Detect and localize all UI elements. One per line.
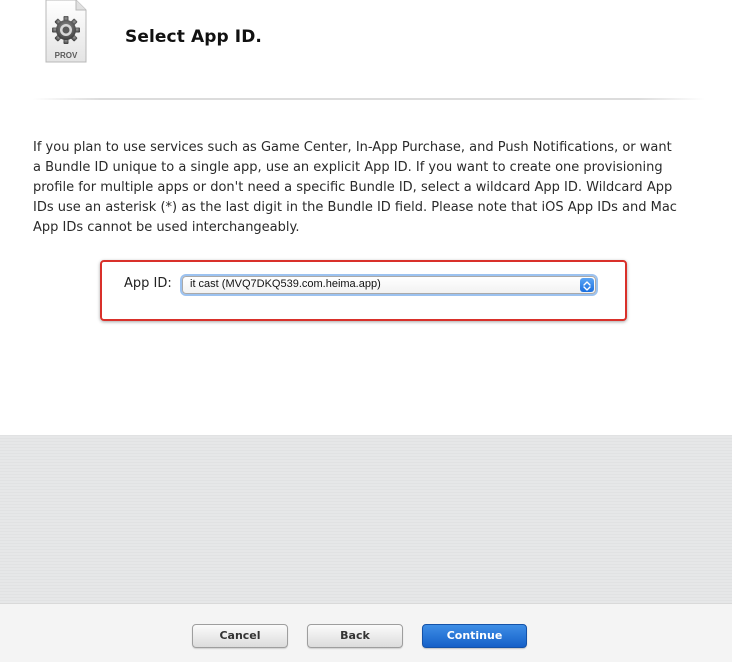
app-id-label: App ID: — [124, 276, 172, 291]
app-id-select[interactable]: it cast (MVQ7DKQ539.com.heima.app) — [182, 276, 596, 294]
header-divider — [33, 98, 705, 100]
provisioning-profile-icon: PROV — [42, 0, 88, 64]
header: PROV Select App ID. — [0, 0, 732, 100]
description-text: If you plan to use services such as Game… — [33, 140, 677, 235]
back-button[interactable]: Back — [307, 624, 403, 648]
select-app-id-page: PROV Select App ID. If you plan to use s… — [0, 0, 732, 662]
app-id-selected-value: it cast (MVQ7DKQ539.com.heima.app) — [190, 278, 381, 290]
prov-caption: PROV — [55, 51, 78, 60]
prov-document-icon: PROV — [45, 0, 87, 63]
page-title: Select App ID. — [125, 27, 262, 47]
continue-button[interactable]: Continue — [422, 624, 527, 648]
footer-band — [0, 435, 732, 603]
cancel-button[interactable]: Cancel — [192, 624, 288, 648]
select-arrows-icon — [580, 278, 594, 292]
